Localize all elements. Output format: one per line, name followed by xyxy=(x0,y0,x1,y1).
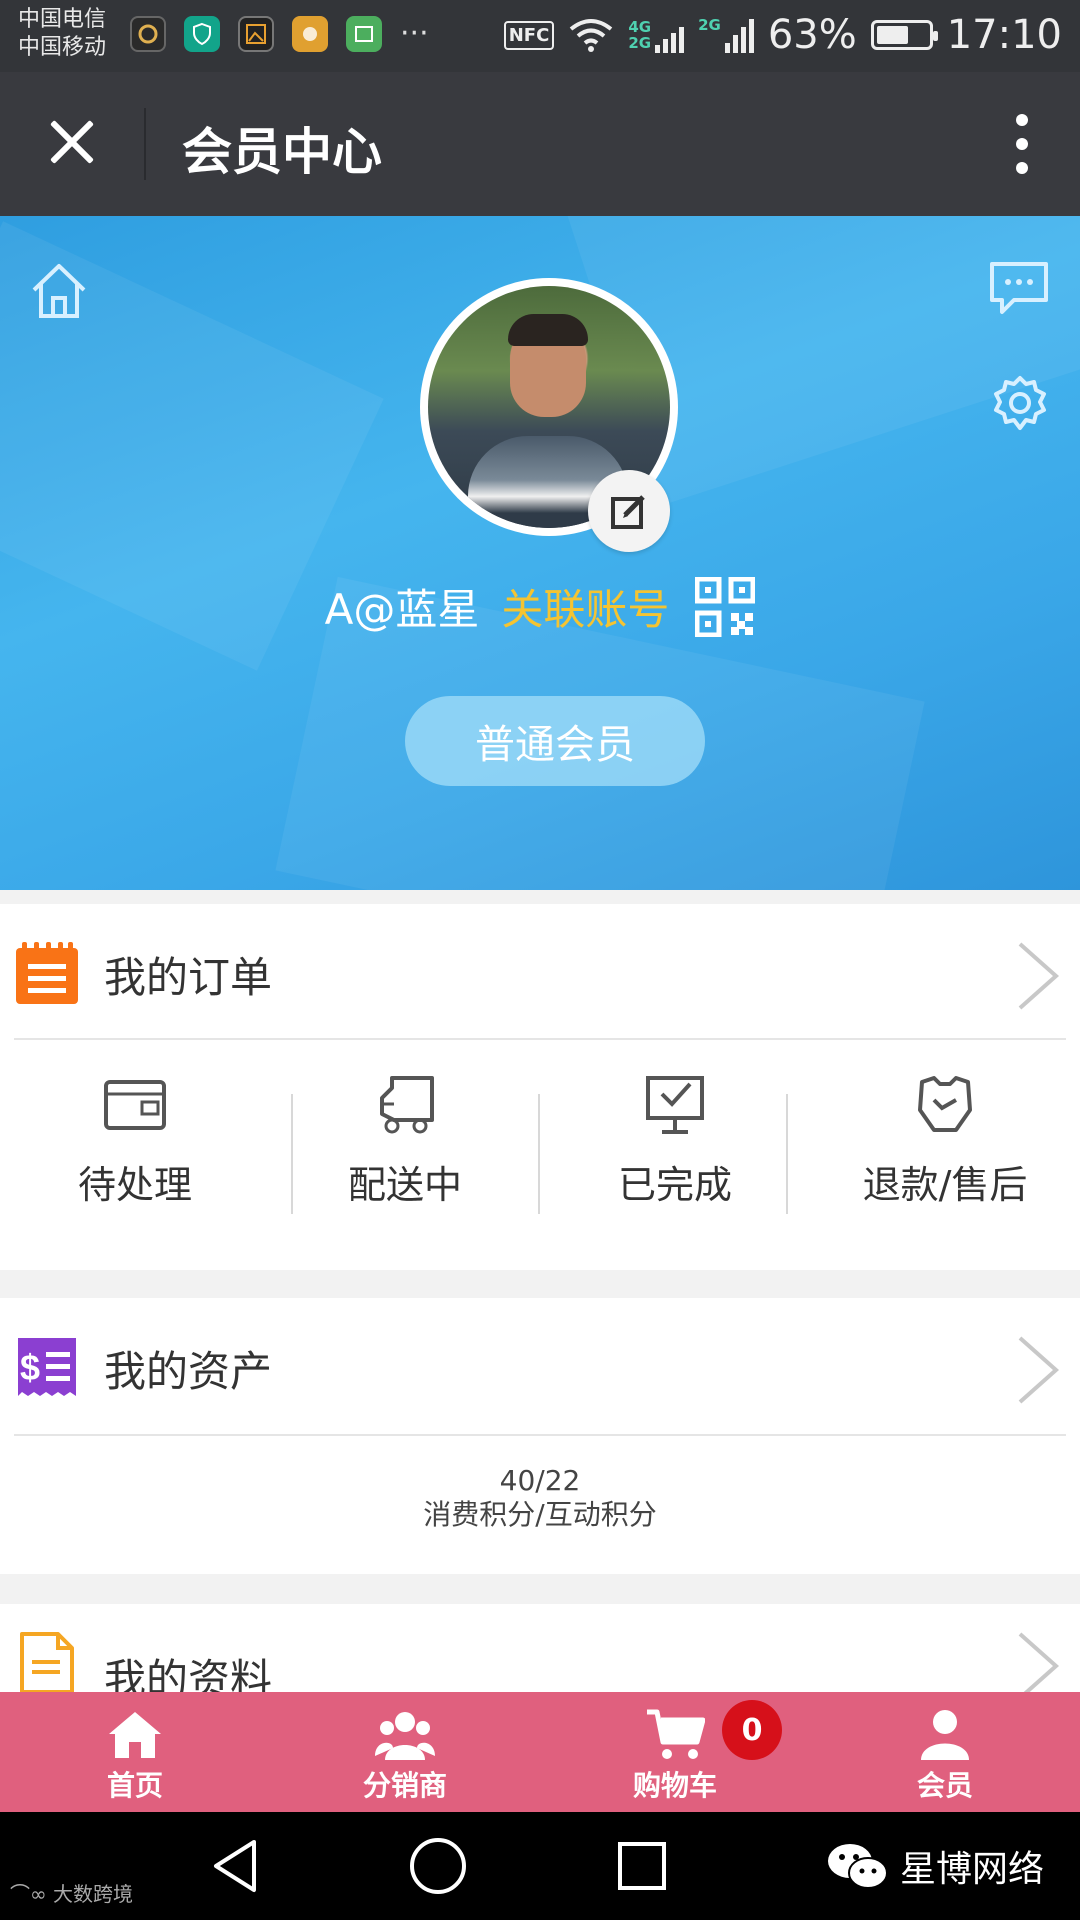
page-title: 会员中心 xyxy=(182,123,382,181)
assets-title: 我的资产 xyxy=(104,1347,273,1396)
nav-home[interactable]: 首页 xyxy=(0,1692,270,1812)
signal-bars-icon xyxy=(655,17,685,53)
order-completed-label: 已完成 xyxy=(617,1163,732,1207)
order-status-row: 待处理 配送中 已完成 退款/售后 xyxy=(0,1054,1080,1234)
edit-icon xyxy=(611,495,645,529)
divider xyxy=(14,1434,1066,1436)
orders-title: 我的订单 xyxy=(104,953,273,1002)
cart-icon xyxy=(647,1709,705,1759)
carrier-1: 中国电信 xyxy=(18,7,107,32)
assets-icon: $ xyxy=(18,1338,76,1396)
qr-code-icon[interactable] xyxy=(695,576,756,637)
signal-bars-icon xyxy=(724,17,754,53)
orders-header[interactable]: 我的订单 xyxy=(0,904,1080,1040)
assets-header[interactable]: $ 我的资产 xyxy=(0,1298,1080,1434)
battery-icon xyxy=(870,20,938,50)
watermark-right: 星博网络 xyxy=(826,1840,1044,1892)
more-notifications-icon: ··· xyxy=(400,16,429,51)
svg-text:$: $ xyxy=(20,1347,40,1388)
hand-app-icon xyxy=(292,16,328,52)
chevron-right-icon[interactable] xyxy=(1016,940,1060,1012)
link-account-link[interactable]: 关联账号 xyxy=(501,576,669,637)
nav-distributor-label: 分销商 xyxy=(362,1769,447,1802)
shield-app-icon xyxy=(184,16,220,52)
points-value: 40/22 xyxy=(499,1464,581,1497)
net-type-top: 4G xyxy=(628,18,652,36)
member-icon xyxy=(921,1710,969,1760)
refund-icon xyxy=(918,1076,972,1132)
nav-home-label: 首页 xyxy=(106,1769,163,1802)
notification-icons: ··· xyxy=(130,16,429,52)
wallet-icon xyxy=(104,1080,166,1130)
nav-member-label: 会员 xyxy=(916,1769,973,1802)
title-bar: 会员中心 xyxy=(0,72,1080,216)
settings-gear-icon[interactable] xyxy=(990,374,1050,434)
divider xyxy=(291,1094,293,1214)
net-type-2: 2G xyxy=(698,16,721,34)
order-refund[interactable]: 退款/售后 xyxy=(810,1054,1080,1234)
watermark-left-text: 大数跨境 xyxy=(53,1882,134,1906)
status-indicators: NFC 4G 2G 2G 63% 17:10 xyxy=(503,12,1062,58)
order-shipping[interactable]: 配送中 xyxy=(270,1054,540,1234)
signal-1: 4G 2G xyxy=(628,17,685,53)
gallery-app-icon xyxy=(238,16,274,52)
points-summary[interactable]: 40/22 消费积分/互动积分 xyxy=(0,1464,1080,1532)
wifi-icon xyxy=(570,19,613,52)
wechat-icon xyxy=(827,1844,888,1889)
app-notification-icon xyxy=(130,16,166,52)
message-icon[interactable] xyxy=(988,260,1050,316)
more-menu-icon[interactable] xyxy=(1014,114,1030,174)
order-pending[interactable]: 待处理 xyxy=(0,1054,270,1234)
orders-card: 我的订单 待处理 配送中 已完成 退款/售后 xyxy=(0,904,1080,1270)
signal-2: 2G xyxy=(698,17,754,53)
battery-percent: 63% xyxy=(767,12,857,58)
username: A@蓝星 xyxy=(324,585,480,634)
truck-icon xyxy=(380,1076,434,1134)
nfc-icon: NFC xyxy=(503,20,555,50)
bottom-nav: 首页 分销商 购物车 会员 0 xyxy=(0,1692,1080,1812)
orders-icon xyxy=(16,942,78,1004)
carrier-info: 中国电信 中国移动 xyxy=(18,6,106,62)
carrier-2: 中国移动 xyxy=(18,35,107,60)
distributor-icon xyxy=(375,1712,435,1760)
chevron-right-icon[interactable] xyxy=(1016,1334,1060,1406)
order-shipping-label: 配送中 xyxy=(347,1163,462,1207)
nav-member[interactable]: 会员 xyxy=(810,1692,1080,1812)
calendar-app-icon xyxy=(346,16,382,52)
check-monitor-icon xyxy=(646,1076,704,1134)
nav-distributor[interactable]: 分销商 xyxy=(270,1692,540,1812)
home-circle-icon[interactable] xyxy=(406,1834,470,1898)
order-pending-label: 待处理 xyxy=(77,1163,192,1207)
points-label: 消费积分/互动积分 xyxy=(423,1498,657,1531)
profile-header: A@蓝星 关联账号 普通会员 xyxy=(0,216,1080,890)
close-icon[interactable] xyxy=(40,110,104,174)
assets-card: $ 我的资产 40/22 消费积分/互动积分 xyxy=(0,1298,1080,1574)
system-nav-bar: ⌒∞ 大数跨境 星博网络 xyxy=(0,1812,1080,1920)
nav-cart-label: 购物车 xyxy=(632,1769,717,1802)
clock: 17:10 xyxy=(946,12,1062,58)
member-level-badge[interactable]: 普通会员 xyxy=(405,696,705,786)
watermark-left: ⌒∞ 大数跨境 xyxy=(10,1878,133,1907)
home-icon xyxy=(109,1712,161,1758)
order-refund-label: 退款/售后 xyxy=(862,1163,1028,1207)
back-icon[interactable] xyxy=(204,1834,268,1898)
divider xyxy=(538,1094,540,1214)
divider xyxy=(786,1094,788,1214)
cart-count-badge: 0 xyxy=(722,1700,782,1760)
status-bar: 中国电信 中国移动 ··· NFC 4G 2G 2G 63% 17:10 xyxy=(0,0,1080,72)
title-divider xyxy=(144,108,146,180)
recents-icon[interactable] xyxy=(610,1834,674,1898)
document-icon xyxy=(20,1632,74,1694)
edit-avatar-button[interactable] xyxy=(588,470,670,552)
watermark-right-text: 星博网络 xyxy=(899,1849,1044,1890)
net-type-bottom: 2G xyxy=(628,34,652,52)
watermark-logo-icon: ⌒∞ xyxy=(10,1882,54,1906)
home-icon[interactable] xyxy=(28,260,90,322)
order-completed[interactable]: 已完成 xyxy=(540,1054,810,1234)
divider xyxy=(14,1038,1066,1040)
name-row: A@蓝星 关联账号 xyxy=(0,576,1080,637)
